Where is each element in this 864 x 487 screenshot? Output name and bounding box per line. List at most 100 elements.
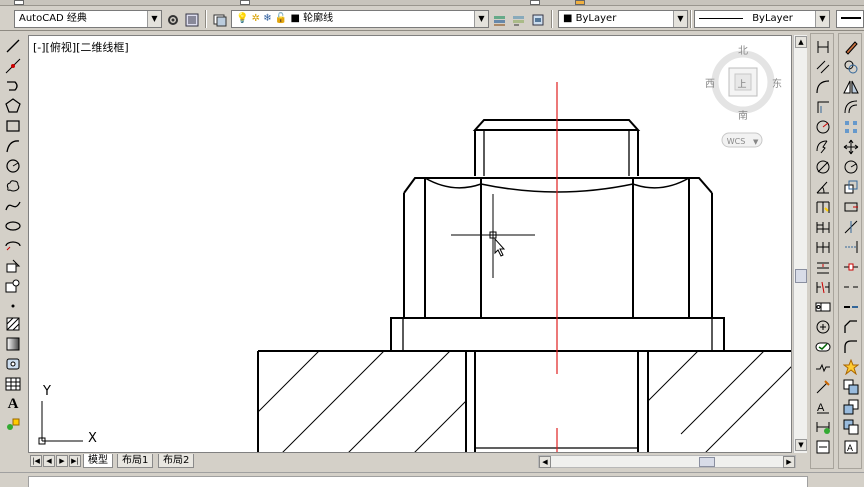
mtext-icon[interactable]: A [4, 395, 22, 413]
table-icon[interactable] [4, 375, 22, 393]
send-back-icon[interactable] [842, 418, 860, 436]
region-icon[interactable] [4, 355, 22, 373]
array-icon[interactable] [842, 118, 860, 136]
customize-workspace-button[interactable] [183, 11, 200, 28]
gradient-icon[interactable] [4, 335, 22, 353]
tolerance-icon[interactable] [814, 298, 832, 316]
command-line[interactable] [28, 476, 808, 487]
dimension-jogged-icon[interactable] [814, 138, 832, 156]
erase-icon[interactable] [842, 38, 860, 56]
point-icon[interactable] [4, 297, 22, 315]
offset-icon[interactable] [842, 98, 860, 116]
chevron-down-icon[interactable]: ▼ [474, 11, 488, 27]
scroll-up-button[interactable]: ▲ [795, 36, 807, 48]
dimension-arc-icon[interactable] [814, 78, 832, 96]
viewcube[interactable]: 上 [711, 50, 775, 148]
dimension-continue-icon[interactable] [814, 238, 832, 256]
dimension-baseline-icon[interactable] [814, 218, 832, 236]
dimension-text-edit-icon[interactable]: A [814, 398, 832, 416]
jogged-linear-icon[interactable] [814, 358, 832, 376]
scroll-right-button[interactable]: ▶ [783, 456, 795, 468]
make-block-icon[interactable] [4, 277, 22, 295]
add-selected-icon[interactable] [4, 415, 22, 433]
stretch-icon[interactable] [842, 198, 860, 216]
polygon-icon[interactable] [4, 97, 22, 115]
dimension-ordinate-icon[interactable] [814, 98, 832, 116]
break-at-point-icon[interactable] [842, 258, 860, 276]
break-icon[interactable] [842, 278, 860, 296]
layer-state-button[interactable] [529, 11, 546, 28]
construction-line-icon[interactable] [4, 57, 22, 75]
workspace-settings-button[interactable] [164, 11, 181, 28]
drawing-canvas[interactable]: [-][俯视][二维线框] Y X 上 北 南 东 西 WCS ▼ [28, 35, 792, 453]
trim-icon[interactable] [842, 218, 860, 236]
line-icon[interactable] [4, 37, 22, 55]
chamfer-icon[interactable] [842, 318, 860, 336]
draw-order-icon[interactable] [842, 378, 860, 396]
vertical-scrollbar[interactable]: ▲ ▼ [793, 35, 807, 453]
revision-cloud-icon[interactable] [4, 177, 22, 195]
first-tab-button[interactable]: |◀ [30, 455, 42, 467]
text-order-icon[interactable]: A [842, 438, 860, 456]
polyline-icon[interactable] [4, 77, 22, 95]
center-mark-icon[interactable] [814, 318, 832, 336]
scroll-down-button[interactable]: ▼ [795, 439, 807, 451]
next-tab-button[interactable]: ▶ [56, 455, 68, 467]
previous-tab-button[interactable]: ◀ [43, 455, 55, 467]
make-object-layer-current-button[interactable] [491, 11, 508, 28]
svg-text:上: 上 [737, 79, 746, 90]
chevron-down-icon[interactable]: ▼ [815, 11, 829, 27]
layer-select[interactable]: 💡 ✲ ❄ 🔓 ■ 轮廓线 ▼ [231, 10, 489, 28]
horizontal-scroll-thumb[interactable] [699, 457, 715, 467]
join-icon[interactable] [842, 298, 860, 316]
tab-model[interactable]: 模型 [83, 454, 113, 468]
arc-icon[interactable] [4, 137, 22, 155]
horizontal-scrollbar[interactable]: ◀ ▶ [538, 455, 796, 468]
dimension-space-icon[interactable] [814, 258, 832, 276]
last-tab-button[interactable]: ▶| [69, 455, 81, 467]
dimension-style-icon[interactable] [814, 438, 832, 456]
rectangle-icon[interactable] [4, 117, 22, 135]
dimension-edit-icon[interactable] [814, 378, 832, 396]
ellipse-icon[interactable] [4, 217, 22, 235]
dimension-radius-icon[interactable] [814, 118, 832, 136]
scale-icon[interactable] [842, 178, 860, 196]
dimension-update-icon[interactable] [814, 418, 832, 436]
fillet-icon[interactable] [842, 338, 860, 356]
extend-icon[interactable] [842, 238, 860, 256]
ellipse-arc-icon[interactable] [4, 237, 22, 255]
inspection-icon[interactable] [814, 338, 832, 356]
workspace-select[interactable]: AutoCAD 经典 ▼ [14, 10, 162, 28]
mirror-icon[interactable] [842, 78, 860, 96]
lineweight-select[interactable] [836, 10, 864, 28]
circle-icon[interactable] [4, 157, 22, 175]
vertical-scroll-thumb[interactable] [795, 269, 807, 283]
chevron-down-icon[interactable]: ▼ [147, 11, 161, 27]
lightbulb-icon: 💡 [236, 13, 249, 24]
tab-layout2[interactable]: 布局2 [158, 454, 195, 468]
quick-dimension-icon[interactable] [814, 198, 832, 216]
dimension-linear-icon[interactable] [814, 38, 832, 56]
scroll-left-button[interactable]: ◀ [539, 456, 551, 468]
chevron-down-icon[interactable]: ▼ [673, 11, 687, 27]
hatch-icon[interactable] [4, 315, 22, 333]
copy-icon[interactable] [842, 58, 860, 76]
dimension-diameter-icon[interactable] [814, 158, 832, 176]
dimension-break-icon[interactable] [814, 278, 832, 296]
insert-block-icon[interactable] [4, 257, 22, 275]
layer-previous-button[interactable] [510, 11, 527, 28]
rotate-icon[interactable] [842, 158, 860, 176]
dimension-aligned-icon[interactable] [814, 58, 832, 76]
chevron-down-icon: ▼ [753, 138, 759, 146]
color-select[interactable]: ■ ByLayer ▼ [558, 10, 688, 28]
dimension-angular-icon[interactable] [814, 178, 832, 196]
spline-icon[interactable] [4, 197, 22, 215]
move-icon[interactable] [842, 138, 860, 156]
svg-text:A: A [847, 443, 853, 453]
layer-properties-button[interactable] [211, 11, 228, 28]
tab-layout1[interactable]: 布局1 [117, 454, 154, 468]
linetype-select[interactable]: ByLayer ▼ [694, 10, 830, 28]
bring-front-icon[interactable] [842, 398, 860, 416]
explode-icon[interactable] [842, 358, 860, 376]
hex-nut [403, 177, 713, 319]
